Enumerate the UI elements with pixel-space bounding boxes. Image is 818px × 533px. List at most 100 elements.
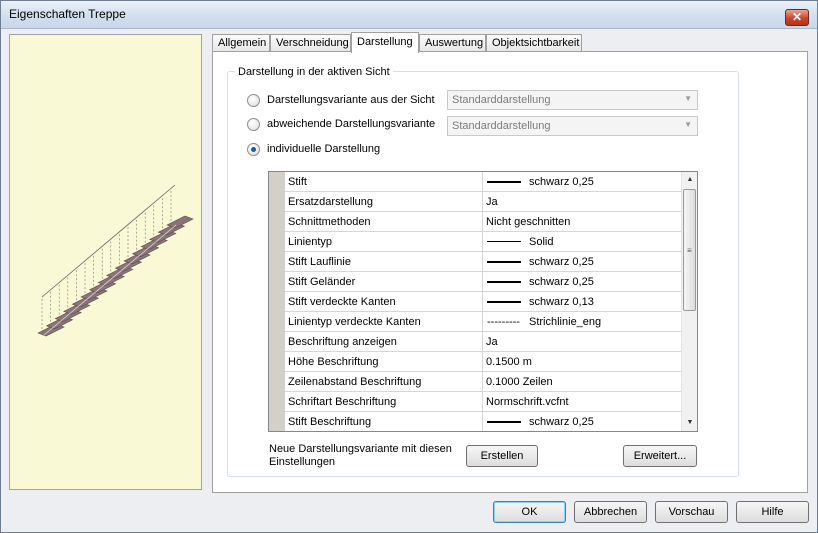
property-row[interactable]: Stift Geländer schwarz 0,25 [285, 272, 681, 292]
title-bar: Eigenschaften Treppe ✕ [1, 1, 817, 29]
property-value-text: Ja [486, 336, 498, 348]
select-value: Standarddarstellung [452, 120, 551, 132]
radio-variant-from-view[interactable] [247, 94, 260, 107]
stair-3d-illustration [37, 184, 194, 337]
property-value[interactable]: schwarz 0,25 [483, 412, 681, 431]
property-value[interactable]: schwarz 0,25 [483, 272, 681, 291]
pen-line-icon [487, 301, 521, 303]
pen-line-icon [487, 421, 521, 423]
property-value[interactable]: Solid [483, 232, 681, 251]
property-value-text: schwarz 0,13 [529, 296, 594, 308]
property-name: Schnittmethoden [285, 212, 483, 231]
property-row[interactable]: Beschriftung anzeigen Ja [285, 332, 681, 352]
help-button[interactable]: Hilfe [736, 501, 809, 523]
property-row[interactable]: Höhe Beschriftung 0.1500 m [285, 352, 681, 372]
group-title: Darstellung in der aktiven Sicht [235, 66, 393, 78]
select-value: Standarddarstellung [452, 94, 551, 106]
tab-panel-darstellung: Darstellung in der aktiven Sicht Darstel… [212, 51, 808, 493]
chevron-down-icon: ▼ [684, 120, 692, 129]
property-value[interactable]: schwarz 0,25 [483, 252, 681, 271]
radio-different-variant[interactable] [247, 118, 260, 131]
stair-preview [9, 34, 202, 490]
tab-label: Objektsichtbarkeit [492, 37, 580, 49]
property-row[interactable]: Stift verdeckte Kanten schwarz 0,13 [285, 292, 681, 312]
window-title: Eigenschaften Treppe [9, 7, 126, 21]
tab-label: Auswertung [425, 37, 484, 49]
property-name: Beschriftung anzeigen [285, 332, 483, 351]
property-row[interactable]: Schnittmethoden Nicht geschnitten [285, 212, 681, 232]
property-value[interactable]: Ja [483, 192, 681, 211]
property-value-text: Ja [486, 196, 498, 208]
pen-line-icon [487, 181, 521, 183]
create-variant-button[interactable]: Erstellen [466, 445, 538, 467]
tab-label: Allgemein [218, 37, 267, 49]
property-row[interactable]: Ersatzdarstellung Ja [285, 192, 681, 212]
property-value-text: schwarz 0,25 [529, 256, 594, 268]
property-value-text: schwarz 0,25 [529, 416, 594, 428]
property-name: Stift Lauflinie [285, 252, 483, 271]
property-name: Ersatzdarstellung [285, 192, 483, 211]
dash-line-icon: --------- [487, 316, 520, 328]
property-row[interactable]: Linientyp Solid [285, 232, 681, 252]
property-row[interactable]: Schriftart Beschriftung Normschrift.vcfnt [285, 392, 681, 412]
variant-from-view-select[interactable]: Standarddarstellung ▼ [447, 90, 698, 110]
property-value[interactable]: Ja [483, 332, 681, 351]
property-row[interactable]: Stift schwarz 0,25 [285, 172, 681, 192]
property-name: Stift Geländer [285, 272, 483, 291]
property-grid-scrollbar[interactable]: ▲ ≡ ▼ [681, 172, 697, 431]
property-row[interactable]: Linientyp verdeckte Kanten --------- Stric… [285, 312, 681, 332]
tab-verschneidung[interactable]: Verschneidung [270, 34, 351, 52]
properties-dialog: Eigenschaften Treppe ✕ Allgemein Verschn… [0, 0, 818, 533]
option-label: individuelle Darstellung [267, 143, 381, 155]
property-name: Stift Beschriftung [285, 412, 483, 431]
tab-darstellung[interactable]: Darstellung [351, 32, 419, 53]
tab-objektsichtbarkeit[interactable]: Objektsichtbarkeit [486, 34, 582, 52]
property-value[interactable]: Nicht geschnitten [483, 212, 681, 231]
advanced-button[interactable]: Erweitert... [623, 445, 697, 467]
property-value-text: Nicht geschnitten [486, 216, 571, 228]
tab-allgemein[interactable]: Allgemein [212, 34, 270, 52]
property-value-text: Solid [529, 236, 554, 248]
scroll-up-icon[interactable]: ▲ [682, 172, 697, 188]
pen-line-icon [487, 241, 521, 242]
property-value[interactable]: --------- Strichlinie_eng [483, 312, 681, 331]
close-button[interactable]: ✕ [785, 9, 809, 26]
pen-line-icon [487, 281, 521, 283]
ok-button[interactable]: OK [493, 501, 566, 523]
property-name: Linientyp [285, 232, 483, 251]
tab-label: Darstellung [357, 36, 413, 48]
scroll-down-icon[interactable]: ▼ [682, 415, 697, 431]
row-selector-column [269, 172, 285, 431]
different-variant-select[interactable]: Standarddarstellung ▼ [447, 116, 698, 136]
property-value[interactable]: 0.1500 m [483, 352, 681, 371]
property-value[interactable]: schwarz 0,25 [483, 172, 681, 191]
property-grid: Stift schwarz 0,25 Ersatzdarstellung Ja Schn… [268, 171, 698, 432]
walking-line [43, 224, 177, 336]
chevron-down-icon: ▼ [684, 94, 692, 103]
property-name: Stift verdeckte Kanten [285, 292, 483, 311]
property-value-text: 0.1000 Zeilen [486, 376, 553, 388]
property-value-text: 0.1500 m [486, 356, 532, 368]
option-label: abweichende Darstellungsvariante [267, 118, 436, 130]
property-value[interactable]: schwarz 0,13 [483, 292, 681, 311]
cancel-button[interactable]: Abbrechen [574, 501, 647, 523]
property-value[interactable]: 0.1000 Zeilen [483, 372, 681, 391]
property-row[interactable]: Stift Lauflinie schwarz 0,25 [285, 252, 681, 272]
property-row[interactable]: Zeilenabstand Beschriftung 0.1000 Zeilen [285, 372, 681, 392]
pen-line-icon [487, 261, 521, 263]
grip-icon: ≡ [687, 246, 692, 255]
new-variant-label: Neue Darstellungsvariante mit diesen Ein… [269, 443, 452, 468]
property-value-text: Strichlinie_eng [529, 316, 602, 328]
option-label: Darstellungsvariante aus der Sicht [267, 94, 435, 106]
tab-auswertung[interactable]: Auswertung [419, 34, 486, 52]
close-icon: ✕ [791, 10, 803, 24]
preview-button[interactable]: Vorschau [655, 501, 728, 523]
property-value-text: Normschrift.vcfnt [486, 396, 569, 408]
property-name: Höhe Beschriftung [285, 352, 483, 371]
radio-individual-display[interactable] [247, 143, 260, 156]
scroll-thumb[interactable]: ≡ [683, 189, 696, 311]
property-value[interactable]: Normschrift.vcfnt [483, 392, 681, 411]
property-value-text: schwarz 0,25 [529, 176, 594, 188]
property-name: Zeilenabstand Beschriftung [285, 372, 483, 391]
property-row[interactable]: Stift Beschriftung schwarz 0,25 [285, 412, 681, 431]
